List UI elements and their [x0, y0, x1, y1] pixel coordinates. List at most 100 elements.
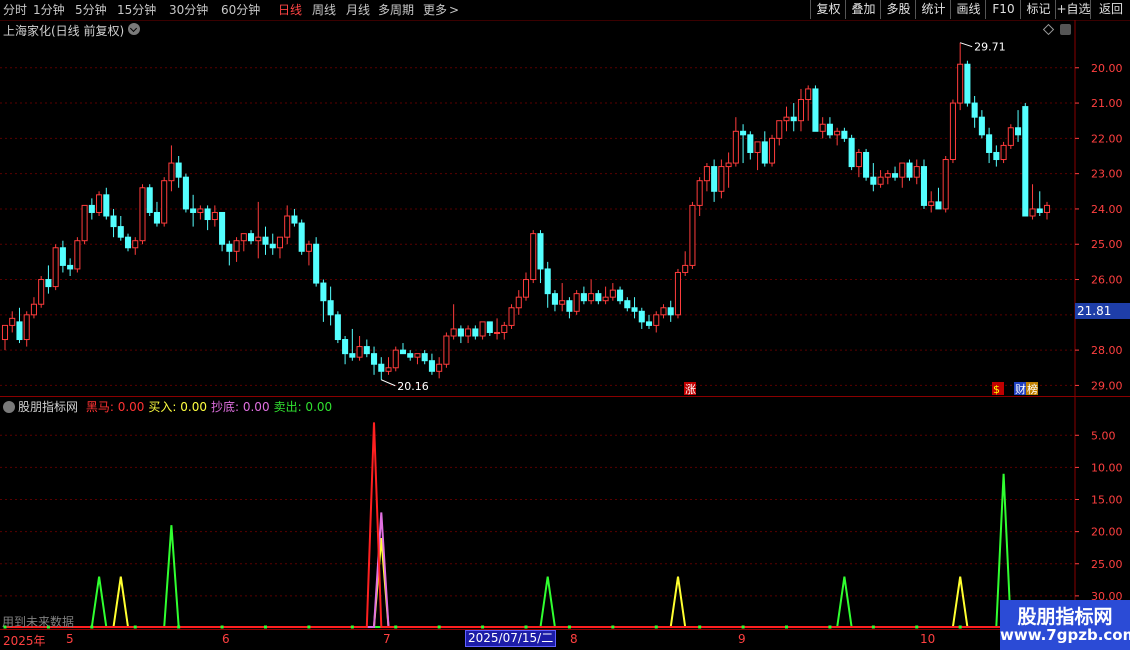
candle-body — [544, 268, 551, 295]
period-tab[interactable]: 分时 — [3, 2, 27, 18]
candle-body — [1007, 127, 1014, 146]
toolbar-button[interactable]: +自选 — [1055, 0, 1091, 19]
candle-body — [1015, 127, 1022, 136]
candle — [892, 166, 899, 181]
candle — [645, 314, 653, 329]
candle — [1036, 191, 1043, 216]
candle — [175, 156, 182, 188]
indicator-name[interactable]: 股朋指标网 — [18, 400, 78, 414]
candle-body — [551, 293, 558, 305]
toolbar-button[interactable]: 叠加 — [845, 0, 881, 19]
period-tab[interactable]: 多周期 — [378, 2, 414, 18]
period-tab[interactable]: 60分钟 — [221, 2, 260, 18]
candle — [834, 127, 841, 146]
toolbar-button[interactable]: 返回 — [1090, 0, 1130, 19]
candle — [255, 201, 262, 259]
candle-body — [88, 204, 95, 213]
toolbar-button[interactable]: 多股 — [880, 0, 916, 19]
candle-body — [472, 328, 479, 337]
candle-body — [38, 279, 45, 305]
candle — [624, 297, 631, 312]
candle-body — [1029, 208, 1036, 217]
toolbar-button[interactable]: 统计 — [915, 0, 951, 19]
toolbar-button[interactable]: F10 — [985, 0, 1021, 19]
period-tab[interactable]: 5分钟 — [75, 2, 107, 18]
candle — [1029, 184, 1036, 220]
baseline-marker — [871, 625, 875, 629]
candle — [342, 336, 349, 365]
period-tab[interactable]: 30分钟 — [169, 2, 208, 18]
candle-body — [740, 130, 747, 136]
candle-body — [479, 321, 486, 337]
period-tab[interactable]: 日线 — [278, 2, 302, 18]
candle-body — [508, 307, 515, 326]
candle — [863, 148, 870, 181]
candle — [399, 343, 407, 355]
toolbar-button[interactable]: 标记 — [1020, 0, 1056, 19]
period-tab[interactable]: 15分钟 — [117, 2, 156, 18]
candle — [74, 237, 81, 273]
candle-body — [9, 317, 16, 326]
candle — [284, 205, 291, 245]
indicator-chevron-icon[interactable] — [3, 401, 15, 413]
event-badge-label: $ — [993, 383, 1000, 396]
baseline-marker — [437, 625, 441, 629]
kline-chart[interactable]: 29.0028.0027.0026.0025.0024.0023.0022.00… — [0, 20, 1130, 630]
indicator-lines — [3, 422, 1049, 629]
period-tab[interactable]: 月线 — [346, 2, 370, 18]
candle-body — [949, 102, 956, 161]
candle-body — [59, 247, 66, 266]
candle-body — [443, 335, 450, 365]
period-tab[interactable]: 周线 — [312, 2, 336, 18]
watermark: 股朋指标网 www.7gpzb.com — [1000, 600, 1130, 650]
candle-body — [182, 176, 189, 210]
event-badge: $ — [992, 382, 1004, 396]
candle — [262, 226, 269, 255]
candle — [689, 201, 696, 269]
toolbar-button[interactable]: 画线 — [950, 0, 986, 19]
candle — [327, 286, 334, 326]
candle-body — [399, 349, 407, 355]
candle-body — [754, 141, 761, 153]
candle — [1022, 103, 1029, 217]
high-pointer — [960, 42, 973, 48]
candle-body — [428, 360, 435, 372]
event-badge-label: 财 — [1015, 382, 1026, 396]
candle-body — [276, 236, 284, 249]
candle — [1015, 110, 1022, 142]
candle — [819, 117, 826, 139]
candle-body — [855, 151, 862, 168]
candle — [638, 307, 645, 329]
chevron-right-icon[interactable]: > — [449, 2, 459, 18]
indicator-tick-label: 10.00 — [1091, 461, 1123, 474]
candle-body — [522, 279, 530, 298]
candle-body — [349, 353, 356, 358]
candle — [855, 148, 862, 178]
candle-body — [226, 243, 233, 252]
indicator-series-卖出 — [5, 473, 1047, 628]
indicator-value: 黑马: 0.00 — [85, 400, 145, 414]
candle — [957, 42, 964, 111]
candle — [219, 211, 226, 252]
candle-body — [783, 116, 790, 122]
candle-body — [559, 300, 566, 305]
candle-body — [211, 211, 218, 221]
low-price-label: 20.16 — [397, 380, 429, 393]
candle-body — [320, 282, 327, 302]
toolbar-button[interactable]: 复权 — [810, 0, 846, 19]
date-month: 5 — [66, 632, 74, 646]
candle — [117, 216, 124, 241]
candle — [935, 187, 942, 210]
candle — [920, 159, 928, 209]
candle — [776, 120, 783, 146]
candle-body — [718, 166, 725, 192]
price-tick-label: 28.00 — [1091, 344, 1123, 357]
candle-body — [153, 211, 160, 224]
candle-body — [233, 240, 240, 252]
period-tab[interactable]: 1分钟 — [33, 2, 65, 18]
candle — [703, 163, 710, 192]
price-tick-label: 23.00 — [1091, 168, 1123, 181]
candle-body — [848, 137, 855, 168]
period-tab[interactable]: 更多 — [423, 2, 447, 18]
candle — [81, 204, 88, 245]
